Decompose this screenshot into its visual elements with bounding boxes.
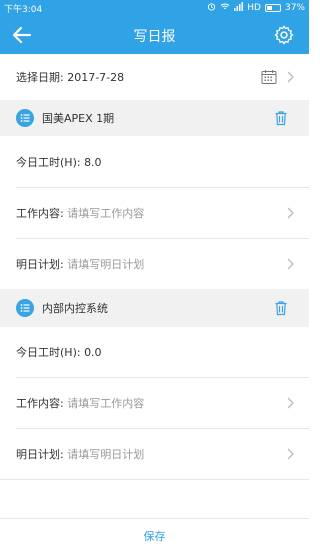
list-icon (16, 109, 34, 127)
plan-label-group: 明日计划: 请填写明日计划 (16, 256, 144, 272)
trash-icon (275, 111, 287, 126)
wifi-icon (220, 2, 230, 14)
save-button[interactable]: 保存 (0, 528, 309, 544)
date-label-group: 选择日期: 2017-7-28 (16, 69, 124, 85)
calendar-icon[interactable] (261, 69, 277, 85)
chevron-right-icon (285, 396, 295, 410)
plan-label-group: 明日计划: 请填写明日计划 (16, 446, 144, 462)
hours-value[interactable]: 0.0 (84, 346, 102, 359)
chevron-right-icon (285, 206, 295, 220)
hours-label-group: 今日工时(H): 0.0 (16, 344, 102, 360)
hours-value[interactable]: 8.0 (84, 156, 102, 169)
hours-label: 今日工时(H): (16, 155, 81, 169)
hours-row[interactable]: 今日工时(H): 8.0 (0, 136, 309, 187)
status-bar: 下午3:04 HD 37% (0, 0, 309, 16)
signal-icon (234, 2, 244, 14)
tomorrow-plan-label: 明日计划: (16, 448, 64, 461)
project-name: 内部内控系统 (42, 302, 108, 315)
hours-label-group: 今日工时(H): 8.0 (16, 154, 102, 170)
tomorrow-plan-input[interactable]: 请填写明日计划 (67, 448, 144, 461)
work-label-group: 工作内容: 请填写工作内容 (16, 205, 144, 221)
footer-bar: 保存 (0, 518, 309, 550)
battery-percent: 37% (284, 3, 305, 13)
status-icons: HD 37% (207, 2, 305, 14)
app-bar: 写日报 (0, 16, 309, 54)
work-content-label: 工作内容: (16, 207, 64, 220)
work-content-row[interactable]: 工作内容: 请填写工作内容 (0, 188, 309, 238)
project-name: 国美APEX 1期 (42, 112, 115, 125)
divider (0, 479, 309, 480)
chevron-right-icon (285, 257, 295, 271)
network-type: HD (247, 3, 261, 13)
delete-project-button[interactable] (273, 110, 289, 126)
work-label-group: 工作内容: 请填写工作内容 (16, 395, 144, 411)
trash-icon (275, 301, 287, 316)
hours-row[interactable]: 今日工时(H): 0.0 (0, 327, 309, 377)
alarm-icon (207, 2, 216, 14)
delete-project-button[interactable] (273, 300, 289, 316)
tomorrow-plan-row[interactable]: 明日计划: 请填写明日计划 (0, 429, 309, 479)
work-content-input[interactable]: 请填写工作内容 (67, 207, 144, 220)
settings-button[interactable] (273, 24, 295, 46)
work-content-label: 工作内容: (16, 397, 64, 410)
tomorrow-plan-row[interactable]: 明日计划: 请填写明日计划 (0, 239, 309, 289)
work-content-input[interactable]: 请填写工作内容 (67, 397, 144, 410)
chevron-right-icon (285, 70, 295, 84)
chevron-right-icon (285, 447, 295, 461)
work-content-row[interactable]: 工作内容: 请填写工作内容 (0, 378, 309, 428)
date-value: 2017-7-28 (67, 71, 125, 84)
tomorrow-plan-input[interactable]: 请填写明日计划 (67, 258, 144, 271)
battery-icon (264, 4, 281, 12)
page-title: 写日报 (133, 29, 176, 45)
hours-label: 今日工时(H): (16, 346, 81, 359)
date-picker-row[interactable]: 选择日期: 2017-7-28 (0, 54, 309, 100)
tomorrow-plan-label: 明日计划: (16, 258, 64, 271)
status-time: 下午3:04 (4, 5, 43, 15)
project-section-header: 内部内控系统 (0, 289, 309, 327)
project-section-header: 国美APEX 1期 (0, 100, 309, 136)
gear-icon (274, 25, 294, 45)
date-label: 选择日期: (16, 71, 64, 84)
list-icon (16, 299, 34, 317)
